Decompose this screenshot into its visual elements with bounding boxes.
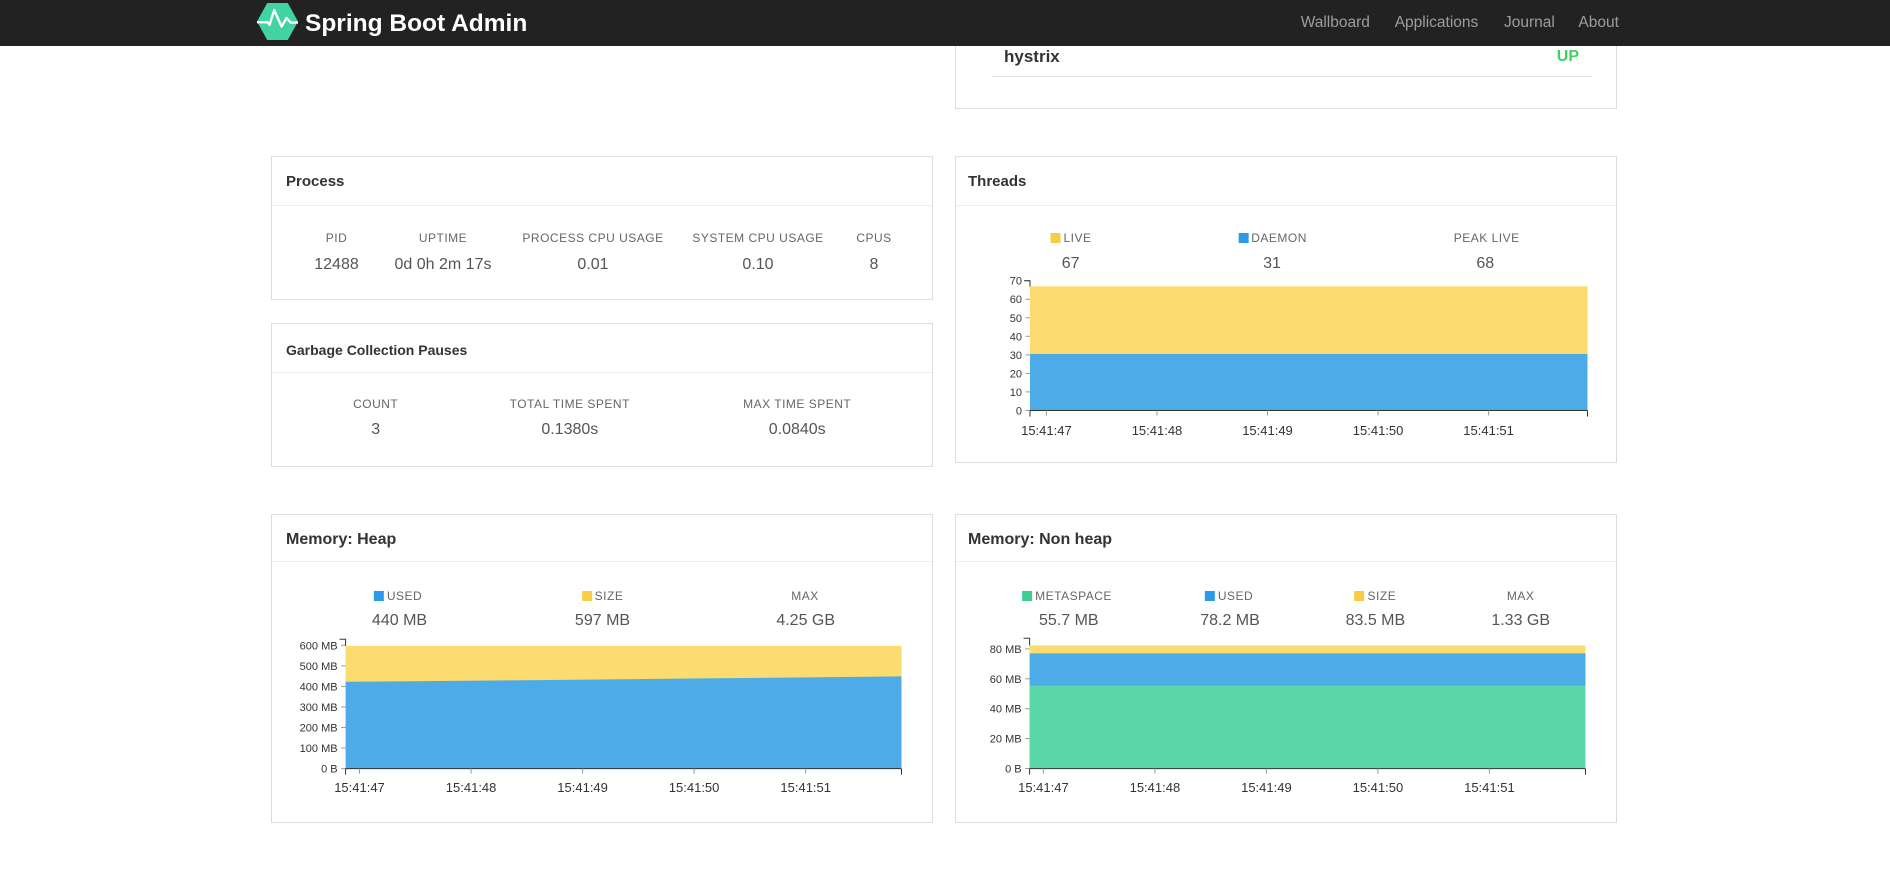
svg-text:200 MB: 200 MB xyxy=(300,723,338,735)
svg-text:15:41:48: 15:41:48 xyxy=(1130,780,1181,795)
svg-text:20 MB: 20 MB xyxy=(990,734,1022,746)
svg-text:30: 30 xyxy=(1010,350,1022,362)
svg-text:15:41:48: 15:41:48 xyxy=(1132,423,1183,438)
svg-text:400 MB: 400 MB xyxy=(300,681,338,693)
svg-text:10: 10 xyxy=(1010,387,1022,399)
svg-text:15:41:49: 15:41:49 xyxy=(557,780,608,795)
svg-text:15:41:50: 15:41:50 xyxy=(1353,423,1404,438)
svg-text:0: 0 xyxy=(1016,406,1022,418)
svg-text:15:41:50: 15:41:50 xyxy=(669,780,720,795)
svg-text:300 MB: 300 MB xyxy=(300,702,338,714)
svg-text:500 MB: 500 MB xyxy=(300,661,338,673)
svg-text:15:41:51: 15:41:51 xyxy=(1464,780,1515,795)
svg-text:15:41:50: 15:41:50 xyxy=(1353,780,1404,795)
svg-text:60 MB: 60 MB xyxy=(990,674,1022,686)
svg-text:60: 60 xyxy=(1010,294,1022,306)
svg-text:15:41:49: 15:41:49 xyxy=(1241,780,1292,795)
svg-text:15:41:51: 15:41:51 xyxy=(1463,423,1514,438)
svg-text:600 MB: 600 MB xyxy=(300,640,338,652)
svg-text:50: 50 xyxy=(1010,313,1022,325)
svg-text:40: 40 xyxy=(1010,331,1022,343)
svg-text:0 B: 0 B xyxy=(1005,764,1022,776)
svg-text:0 B: 0 B xyxy=(321,764,338,776)
svg-text:70: 70 xyxy=(1010,276,1022,288)
svg-text:15:41:48: 15:41:48 xyxy=(446,780,497,795)
svg-text:15:41:49: 15:41:49 xyxy=(1242,423,1293,438)
svg-text:20: 20 xyxy=(1010,368,1022,380)
svg-text:40 MB: 40 MB xyxy=(990,704,1022,716)
svg-text:80 MB: 80 MB xyxy=(990,644,1022,656)
svg-text:15:41:51: 15:41:51 xyxy=(780,780,831,795)
svg-text:100 MB: 100 MB xyxy=(300,743,338,755)
svg-text:15:41:47: 15:41:47 xyxy=(1021,423,1072,438)
svg-text:15:41:47: 15:41:47 xyxy=(1018,780,1069,795)
svg-text:15:41:47: 15:41:47 xyxy=(334,780,385,795)
